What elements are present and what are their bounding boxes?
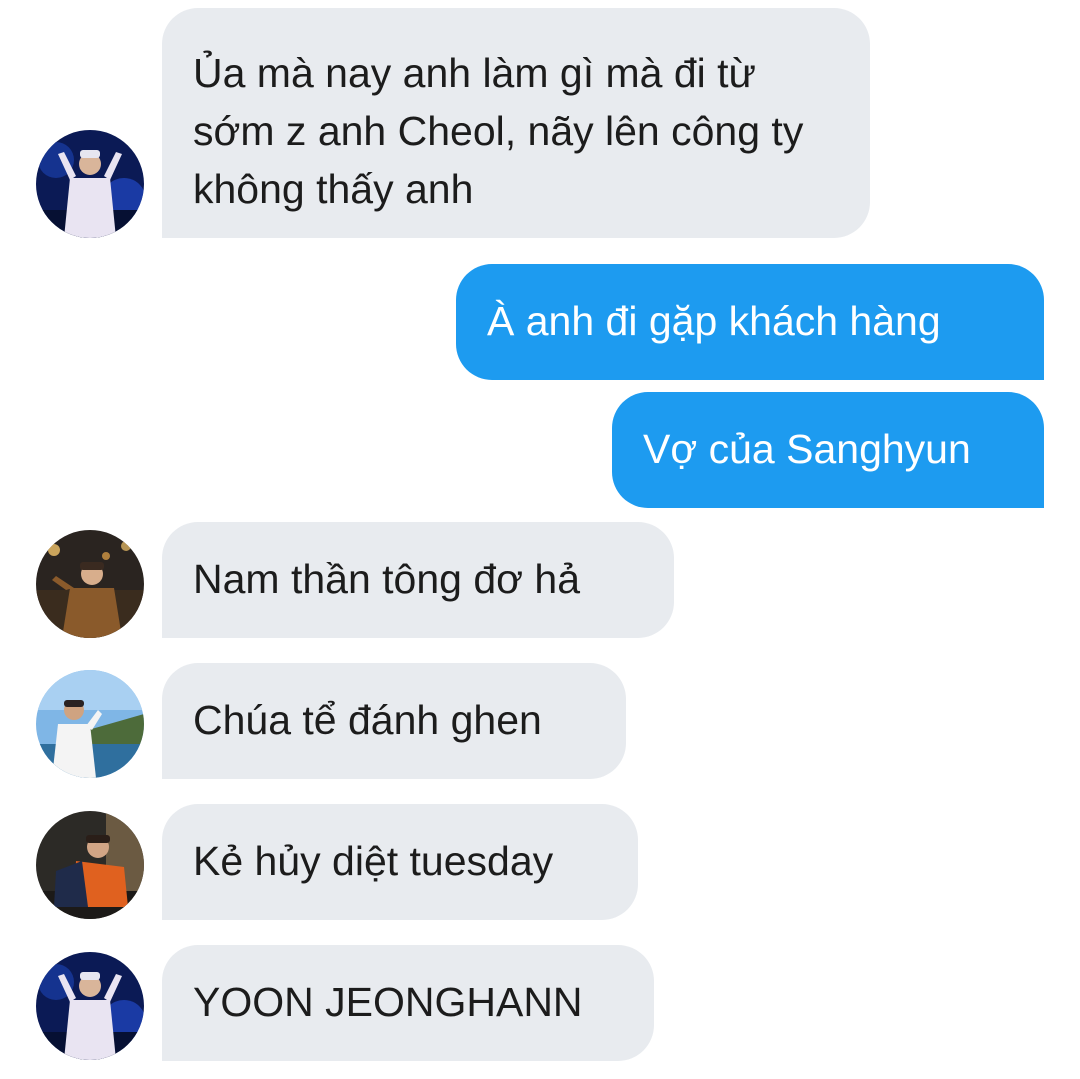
sender-avatar[interactable] (36, 952, 144, 1060)
message-text: Vợ của Sanghyun (643, 426, 971, 472)
avatar-image (36, 952, 144, 1060)
message-bubble-outgoing[interactable]: À anh đi gặp khách hàng (456, 264, 1044, 380)
message-bubble-incoming[interactable]: YOON JEONGHANN (162, 945, 654, 1061)
message-bubble-incoming[interactable]: Ủa mà nay anh làm gì mà đi từ sớm z anh … (162, 8, 870, 238)
message-bubble-incoming[interactable]: Chúa tể đánh ghen (162, 663, 626, 779)
avatar-image (36, 530, 144, 638)
avatar-image (36, 130, 144, 238)
message-text: YOON JEONGHANN (193, 979, 583, 1025)
message-text: Nam thần tông đơ hả (193, 556, 581, 602)
message-bubble-outgoing[interactable]: Vợ của Sanghyun (612, 392, 1044, 508)
message-bubble-incoming[interactable]: Nam thần tông đơ hả (162, 522, 674, 638)
message-text: Chúa tể đánh ghen (193, 697, 542, 743)
message-bubble-incoming[interactable]: Kẻ hủy diệt tuesday (162, 804, 638, 920)
sender-avatar[interactable] (36, 811, 144, 919)
sender-avatar[interactable] (36, 670, 144, 778)
sender-avatar[interactable] (36, 530, 144, 638)
sender-avatar[interactable] (36, 130, 144, 238)
avatar-image (36, 670, 144, 778)
message-text: Ủa mà nay anh làm gì mà đi từ sớm z anh … (193, 50, 804, 212)
message-text: À anh đi gặp khách hàng (487, 298, 941, 344)
avatar-image (36, 811, 144, 919)
message-text: Kẻ hủy diệt tuesday (193, 838, 554, 884)
